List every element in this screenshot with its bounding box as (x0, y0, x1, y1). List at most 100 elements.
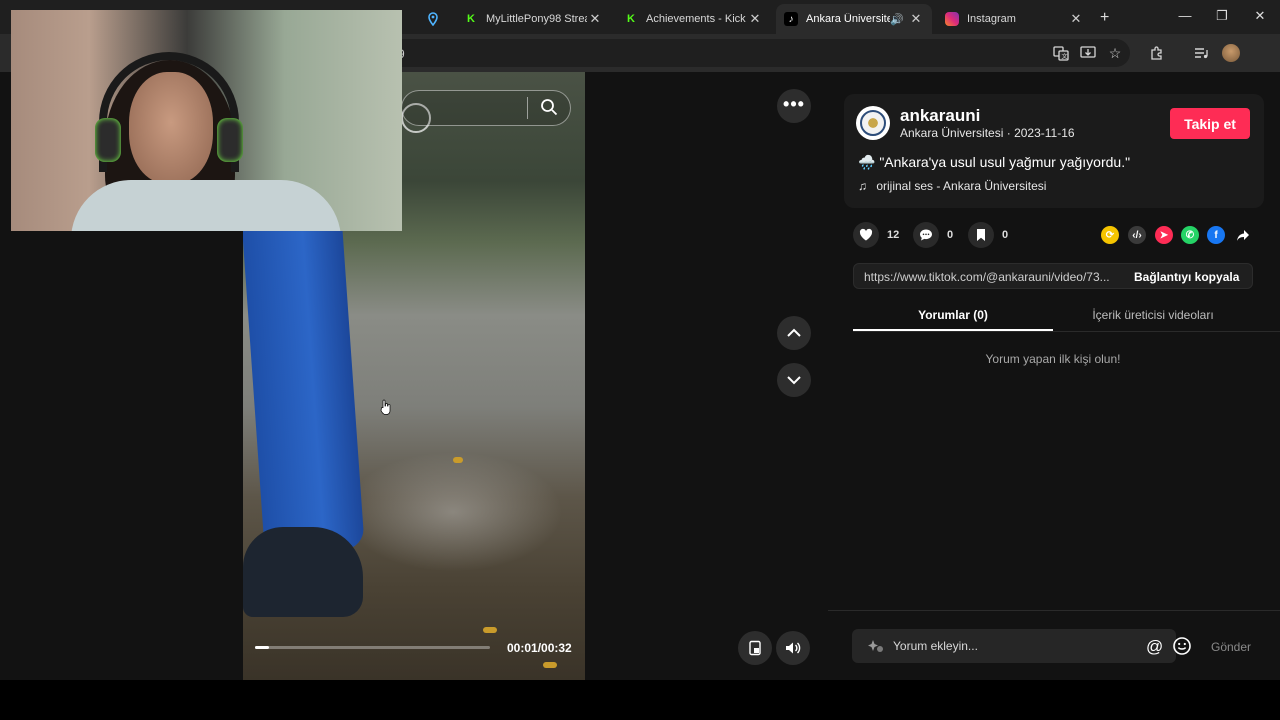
empty-comments-message: Yorum yapan ilk kişi olun! (985, 352, 1121, 366)
display-name: Ankara Üniversitesi (900, 126, 1004, 140)
close-tab-icon[interactable]: ✕ (747, 11, 763, 27)
webcam-earcup (95, 118, 121, 162)
comment-placeholder: Yorum ekleyin... (893, 639, 978, 653)
video-leg (243, 208, 365, 556)
follow-button[interactable]: Takip et (1170, 108, 1250, 139)
comment-action[interactable]: 0 (913, 222, 953, 248)
tab-comments[interactable]: Yorumlar (0) (853, 308, 1053, 322)
new-tab-plus-icon[interactable]: + (1100, 9, 1109, 27)
video-link-url[interactable]: https://www.tiktok.com/@ankarauni/video/… (864, 270, 1119, 284)
leaf (483, 627, 497, 633)
bookmark-action[interactable]: 0 (968, 222, 1008, 248)
separator-dot: · (1006, 126, 1015, 140)
speaker-icon[interactable]: 🔊 (890, 13, 904, 26)
mention-at-icon[interactable]: @ (1146, 637, 1163, 657)
miniplayer-icon (749, 640, 761, 656)
instagram-favicon-icon (945, 12, 959, 26)
speaker-icon (786, 642, 801, 654)
active-tab-underline (853, 329, 1053, 331)
close-tab-icon[interactable]: ✕ (587, 11, 603, 27)
volume-button[interactable] (776, 631, 810, 665)
emoji-icon[interactable] (1172, 636, 1192, 661)
tab-label: Instagram (967, 13, 1016, 25)
svg-text:文: 文 (1062, 53, 1068, 61)
app-window: K MyLittlePony98 Stream ✕ K Achievements… (0, 0, 1280, 720)
leaf (453, 457, 463, 463)
repost-icon[interactable]: ⟳ (1101, 226, 1119, 244)
university-seal-icon (860, 110, 886, 136)
bookmark-star-icon[interactable]: ☆ (1106, 44, 1124, 62)
comment-input[interactable]: Yorum ekleyin... @ (852, 629, 1191, 663)
tab-label: MyLittlePony98 Stream (486, 13, 587, 25)
tab-label: Achievements - Kick Dr (646, 13, 747, 25)
video-shoe (243, 527, 363, 617)
username[interactable]: ankarauni (900, 106, 980, 126)
minimize-icon[interactable]: — (1175, 8, 1195, 23)
like-count: 12 (887, 229, 900, 241)
chevron-down-icon (787, 376, 801, 385)
install-app-icon[interactable] (1079, 44, 1097, 62)
share-arrow-icon[interactable] (1234, 226, 1252, 244)
extensions-puzzle-icon[interactable] (1148, 44, 1166, 62)
heart-icon[interactable] (853, 222, 879, 248)
author-subline: Ankara Üniversitesi · 2023-11-16 (900, 126, 1075, 140)
bookmark-icon[interactable] (968, 222, 994, 248)
leaf (543, 662, 557, 668)
translate-icon[interactable]: 文 (1052, 44, 1070, 62)
tab-instagram[interactable]: Instagram ✕ (937, 4, 1092, 34)
like-action[interactable]: 12 (853, 222, 899, 248)
address-bar[interactable]: 9 (300, 39, 1130, 67)
avatar[interactable] (856, 106, 890, 140)
caption: 🌧️ "Ankara'ya usul usul yağmur yağıyordu… (858, 154, 1130, 171)
embed-code-icon[interactable]: ‹/› (1128, 226, 1146, 244)
map-pin-icon (426, 12, 440, 26)
tab-achievements[interactable]: K Achievements - Kick Dr ✕ (616, 4, 771, 34)
tab-ankara-tiktok[interactable]: ♪ Ankara Üniversitesi 🔊 ✕ (776, 4, 932, 34)
previous-video-button[interactable] (777, 316, 811, 350)
comment-count: 0 (947, 229, 954, 241)
video-time: 00:01/00:32 (507, 641, 572, 655)
tiktok-favicon-icon: ♪ (784, 12, 798, 26)
webcam-overlay (11, 10, 402, 231)
chevron-up-icon (787, 328, 801, 337)
music-line[interactable]: ♫ orijinal ses - Ankara Üniversitesi (858, 179, 1046, 193)
tab-label: Ankara Üniversitesi (806, 13, 891, 25)
video-progress-fill (255, 646, 269, 649)
webcam-sweater (71, 180, 341, 231)
rain-splash (343, 452, 563, 572)
close-tab-icon[interactable]: ✕ (1068, 11, 1084, 27)
webcam-earcup (217, 118, 243, 162)
music-title: orijinal ses - Ankara Üniversitesi (876, 179, 1047, 193)
caption-text: "Ankara'ya usul usul yağmur yağıyordu." (879, 154, 1131, 170)
copy-link-box: https://www.tiktok.com/@ankarauni/video/… (853, 263, 1253, 289)
bottom-letterbox (0, 680, 1280, 720)
profile-avatar[interactable] (1222, 44, 1240, 62)
music-note-icon: ♫ (858, 179, 867, 193)
bookmark-count: 0 (1002, 229, 1009, 241)
video-search-box[interactable] (401, 90, 571, 126)
hand-cursor-icon (380, 399, 392, 420)
send-comment-button[interactable]: Gönder (1211, 640, 1251, 654)
kick-favicon-icon: K (467, 13, 475, 25)
more-options-button[interactable]: ••• (777, 89, 811, 123)
tab-maps[interactable] (418, 4, 448, 34)
next-video-button[interactable] (777, 363, 811, 397)
facebook-icon[interactable]: f (1207, 226, 1225, 244)
miniplayer-button[interactable] (738, 631, 772, 665)
whatsapp-icon[interactable]: ✆ (1181, 226, 1199, 244)
post-date: 2023-11-16 (1014, 126, 1075, 140)
sparkle-avatar-icon (866, 638, 884, 659)
search-icon[interactable] (539, 97, 559, 122)
more-dots-icon: ••• (783, 93, 805, 114)
send-to-friends-icon[interactable]: ➤ (1155, 226, 1173, 244)
restore-icon[interactable]: ❐ (1212, 8, 1232, 24)
comment-bubble-icon[interactable] (913, 222, 939, 248)
tab-mylittlepony[interactable]: K MyLittlePony98 Stream ✕ (456, 4, 611, 34)
tab-creator-videos[interactable]: İçerik üreticisi videoları (1053, 308, 1253, 322)
media-controls-icon[interactable] (1192, 44, 1210, 62)
rain-cloud-emoji-icon: 🌧️ (858, 154, 876, 170)
window-close-icon[interactable]: ✕ (1250, 8, 1270, 24)
close-tab-icon[interactable]: ✕ (908, 11, 924, 27)
video-progress-bar[interactable] (255, 646, 490, 649)
copy-link-button[interactable]: Bağlantıyı kopyala (1134, 270, 1239, 284)
